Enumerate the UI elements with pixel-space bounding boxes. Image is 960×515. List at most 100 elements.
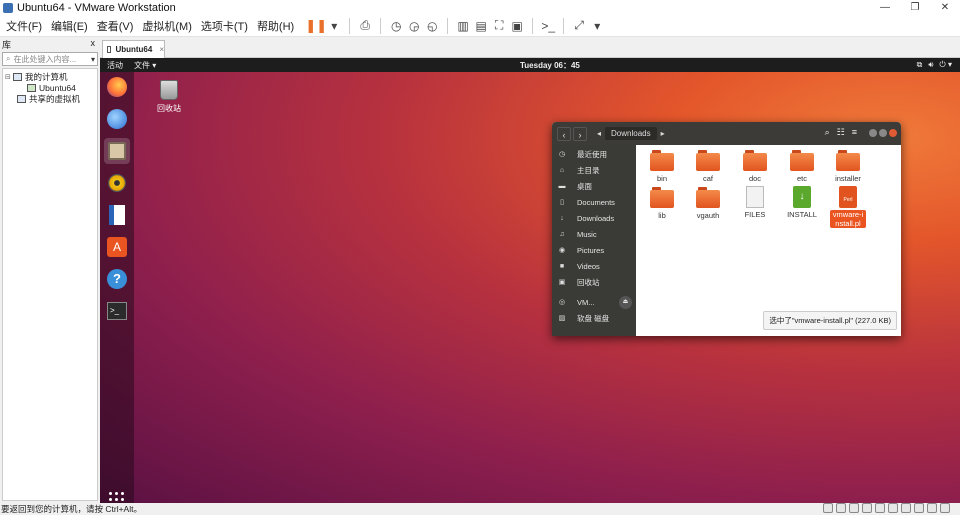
menu-bar: 文件(F) 编辑(E) 查看(V) 虚拟机(M) 选项卡(T) 帮助(H) ❚❚…: [0, 15, 960, 37]
send-keys-icon[interactable]: ⎙: [357, 18, 373, 34]
file-manager-header: ‹ › ◂ Downloads ▸ ⌕ ☷ ≡: [552, 122, 901, 145]
file-item[interactable]: doc: [737, 150, 773, 183]
hard-disk-icon[interactable]: [823, 503, 833, 513]
tree-item-ubuntu64[interactable]: Ubuntu64: [3, 82, 97, 93]
sidebar-item-recent[interactable]: ◷ 最近使用: [552, 146, 636, 162]
sidebar-item-downloads[interactable]: ↓ Downloads: [552, 210, 636, 226]
unity-icon[interactable]: ▣: [509, 18, 525, 34]
full-screen-icon[interactable]: ⛶: [491, 18, 507, 34]
sidebar-item-documents[interactable]: ▯ Documents: [552, 194, 636, 210]
library-search-input[interactable]: ⌕ 在此处键入内容... ▾: [2, 52, 98, 66]
search-dropdown-icon[interactable]: ▾: [91, 55, 95, 64]
file-item-selected[interactable]: Perl vmware-install.pl: [828, 186, 868, 228]
menu-file[interactable]: 文件(F): [6, 18, 42, 34]
printer-icon[interactable]: [914, 503, 924, 513]
sidebar-item-music[interactable]: ♫ Music: [552, 226, 636, 242]
file-item[interactable]: caf: [690, 150, 726, 183]
guest-display[interactable]: 活动 文件 ▾ Tuesday 06：45 ⧉ 🔊︎ ⏻ ▾ A ? >_ 回收…: [100, 58, 960, 503]
show-library-icon[interactable]: ▥: [455, 18, 471, 34]
desktop-trash[interactable]: 回收站: [154, 80, 184, 114]
file-label: doc: [748, 174, 762, 183]
file-item[interactable]: bin: [644, 150, 680, 183]
tab-ubuntu64[interactable]: Ubuntu64 ×: [102, 40, 165, 58]
sidebar-item-videos[interactable]: ■ Videos: [552, 258, 636, 274]
view-options-icon[interactable]: ☷: [837, 127, 845, 138]
thunderbird-icon[interactable]: [104, 106, 130, 132]
menu-help[interactable]: 帮助(H): [257, 18, 294, 34]
close-icon[interactable]: [889, 129, 897, 137]
snapshot-manager-icon[interactable]: ◵: [424, 18, 440, 34]
tab-close-icon[interactable]: ×: [159, 45, 164, 54]
tree-item-shared-vms[interactable]: 共享的虚拟机: [3, 93, 97, 104]
sidebar-item-desktop[interactable]: ▬ 桌面: [552, 178, 636, 194]
dropdown-arrow-icon[interactable]: ▾: [589, 18, 605, 34]
dropdown-arrow-icon[interactable]: ▾: [326, 18, 342, 34]
thumbnail-bar-icon[interactable]: ▤: [473, 18, 489, 34]
sidebar-item-vm-disc[interactable]: ◎ VM... ⏏: [552, 294, 636, 310]
floppy-icon[interactable]: [862, 503, 872, 513]
rhythmbox-icon[interactable]: [104, 170, 130, 196]
file-item[interactable]: vgauth: [690, 187, 726, 220]
menu-tabs[interactable]: 选项卡(T): [201, 18, 248, 34]
display-icon[interactable]: [927, 503, 937, 513]
tree-item-my-computer[interactable]: ⊟ 我的计算机: [3, 71, 97, 82]
title-bar: Ubuntu64 - VMware Workstation — ❐ ✕: [0, 0, 960, 15]
files-app-menu[interactable]: 文件 ▾: [134, 60, 156, 71]
console-view-icon[interactable]: >_: [540, 18, 556, 34]
volume-icon: 🔊︎: [928, 60, 934, 69]
stretch-guest-icon[interactable]: ⤢: [571, 18, 587, 34]
path-left-arrow-icon[interactable]: ◂: [597, 129, 601, 138]
back-button[interactable]: ‹: [557, 126, 571, 141]
pause-icon[interactable]: ❚❚: [305, 18, 327, 34]
maximize-icon[interactable]: ❐: [900, 0, 930, 15]
path-right-arrow-icon[interactable]: ▸: [661, 129, 665, 138]
document-icon: ▯: [560, 199, 564, 206]
library-close-icon[interactable]: x: [91, 38, 96, 51]
minimize-icon[interactable]: [869, 129, 877, 137]
sidebar-item-floppy[interactable]: ▨ 软盘 磁盘: [552, 310, 636, 326]
file-label: vgauth: [696, 211, 720, 220]
snapshot-icon[interactable]: ◷: [388, 18, 404, 34]
eject-icon[interactable]: ⏏: [619, 295, 632, 309]
system-tray[interactable]: ⧉ 🔊︎ ⏻ ▾: [917, 60, 952, 70]
close-icon[interactable]: ✕: [930, 0, 960, 15]
file-item[interactable]: lib: [644, 187, 680, 220]
collapse-icon[interactable]: ⊟: [5, 73, 12, 81]
file-item[interactable]: FILES: [737, 186, 773, 219]
file-item[interactable]: installer: [830, 150, 866, 183]
file-item[interactable]: etc: [784, 150, 820, 183]
hamburger-menu-icon[interactable]: ≡: [852, 127, 857, 138]
search-icon[interactable]: ⌕: [825, 127, 830, 138]
disc-icon: ◎: [558, 299, 566, 306]
maximize-icon[interactable]: [879, 129, 887, 137]
files-icon[interactable]: [104, 138, 130, 164]
sound-icon[interactable]: [901, 503, 911, 513]
sidebar-item-home[interactable]: ⌂ 主目录: [552, 162, 636, 178]
menu-edit[interactable]: 编辑(E): [51, 18, 88, 34]
revert-snapshot-icon[interactable]: ◶: [406, 18, 422, 34]
minimize-icon[interactable]: —: [870, 0, 900, 15]
terminal-icon[interactable]: >_: [104, 298, 130, 324]
search-placeholder: 在此处键入内容...: [13, 54, 77, 64]
sidebar-item-trash[interactable]: ▣ 回收站: [552, 274, 636, 290]
help-icon[interactable]: ?: [104, 266, 130, 292]
network-adapter-icon[interactable]: [875, 503, 885, 513]
menu-view[interactable]: 查看(V): [97, 18, 134, 34]
sidebar-item-pictures[interactable]: ◉ Pictures: [552, 242, 636, 258]
activities-button[interactable]: 活动: [107, 60, 123, 71]
path-segment-downloads[interactable]: Downloads: [605, 127, 657, 140]
music-icon: ♫: [559, 230, 565, 238]
message-icon[interactable]: [940, 503, 950, 513]
firefox-icon[interactable]: [104, 74, 130, 100]
menu-vm[interactable]: 虚拟机(M): [142, 18, 192, 34]
file-item[interactable]: ↓ INSTALL: [784, 186, 820, 219]
cd-rom-icon[interactable]: [836, 503, 846, 513]
cd-rom-icon[interactable]: [849, 503, 859, 513]
forward-button[interactable]: ›: [573, 126, 587, 141]
libreoffice-writer-icon[interactable]: [104, 202, 130, 228]
text-file-icon: [746, 186, 764, 208]
usb-icon[interactable]: [888, 503, 898, 513]
show-applications-icon[interactable]: [109, 492, 125, 503]
clock[interactable]: Tuesday 06：45: [520, 60, 580, 71]
software-center-icon[interactable]: A: [104, 234, 130, 260]
